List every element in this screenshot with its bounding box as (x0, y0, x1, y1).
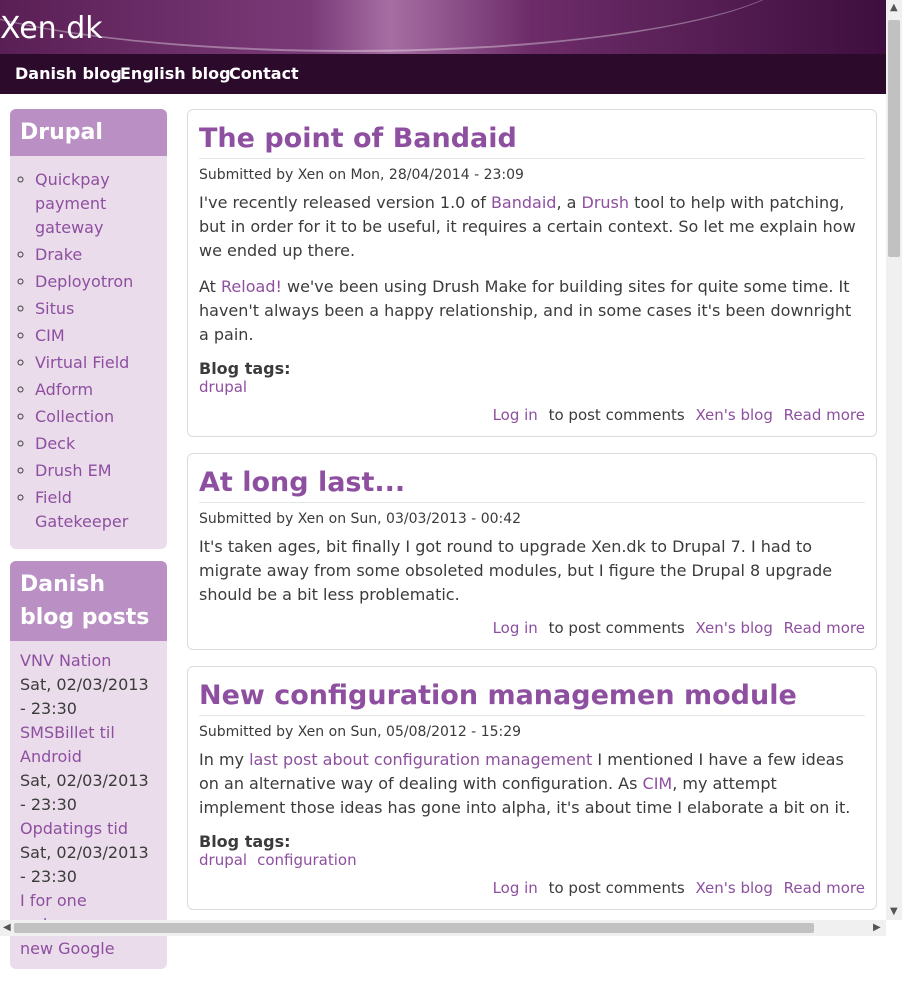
sidebar-link[interactable]: Quickpay payment gateway (35, 170, 110, 237)
post-comments-text: to post comments (548, 406, 685, 424)
post-date: Sat, 02/03/2013 - 23:30 (20, 675, 149, 718)
drupal-list: Quickpay payment gateway Drake Deployotr… (10, 156, 167, 549)
blog-link[interactable]: Xen's blog (695, 879, 772, 897)
list-item: Field Gatekeeper (35, 486, 159, 534)
list-item: Deployotron (35, 270, 159, 294)
blog-post: The point of Bandaid Submitted by Xen on… (187, 109, 877, 437)
sidebar-link[interactable]: Deployotron (35, 272, 133, 291)
login-link[interactable]: Log in (493, 879, 538, 897)
site-header: Xen.dk (0, 0, 886, 54)
scroll-down-icon[interactable]: ▼ (890, 906, 898, 917)
nav-english-blog[interactable]: English blog (120, 64, 231, 83)
cim-link[interactable]: CIM (643, 774, 673, 793)
tags: drupal configuration (199, 851, 865, 869)
bandaid-link[interactable]: Bandaid (491, 193, 556, 212)
list-item: Collection (35, 405, 159, 429)
post-comments-text: to post comments (548, 879, 685, 897)
post-date: Sat, 02/03/2013 - 23:30 (20, 843, 149, 886)
sidebar-link[interactable]: Collection (35, 407, 114, 426)
blog-post: At long last... Submitted by Xen on Sun,… (187, 453, 877, 650)
list-item: Situs (35, 297, 159, 321)
drupal-block: Drupal Quickpay payment gateway Drake De… (10, 109, 167, 549)
danish-posts-block: Danish blog posts VNV Nation Sat, 02/03/… (10, 561, 167, 969)
danish-post-link[interactable]: SMSBillet til Android (20, 723, 115, 766)
sidebar-link[interactable]: Deck (35, 434, 75, 453)
tag-link[interactable]: drupal (199, 378, 247, 396)
post-links: Log in to post comments Xen's blog Read … (199, 879, 865, 897)
sidebar-link[interactable]: CIM (35, 326, 65, 345)
drush-link[interactable]: Drush (582, 193, 630, 212)
scroll-right-icon[interactable]: ▶ (873, 922, 881, 933)
tag-link[interactable]: configuration (257, 851, 357, 869)
tags-label: Blog tags: (199, 832, 291, 851)
danish-post-link[interactable]: VNV Nation (20, 651, 111, 670)
list-item: Quickpay payment gateway (35, 168, 159, 240)
post-date: Sat, 02/03/2013 - 23:30 (20, 771, 149, 814)
sidebar-link[interactable]: Adform (35, 380, 93, 399)
list-item: CIM (35, 324, 159, 348)
post-submitted: Submitted by Xen on Mon, 28/04/2014 - 23… (199, 167, 524, 183)
nav-danish-blog[interactable]: Danish blog (15, 64, 122, 83)
site-title[interactable]: Xen.dk (0, 14, 103, 44)
list-item: Adform (35, 378, 159, 402)
sidebar-link[interactable]: Virtual Field (35, 353, 129, 372)
post-body: It's taken ages, bit finally I got round… (199, 537, 833, 604)
read-more-link[interactable]: Read more (784, 879, 865, 897)
login-link[interactable]: Log in (493, 406, 538, 424)
header-swoosh (0, 0, 800, 52)
post-links: Log in to post comments Xen's blog Read … (199, 406, 865, 424)
config-post-link[interactable]: last post about configuration management (249, 750, 592, 769)
post-links: Log in to post comments Xen's blog Read … (199, 619, 865, 637)
blog-link[interactable]: Xen's blog (695, 406, 772, 424)
sidebar: Drupal Quickpay payment gateway Drake De… (10, 109, 167, 981)
blog-link[interactable]: Xen's blog (695, 619, 772, 637)
blog-post: New configuration managemen module Submi… (187, 666, 877, 910)
sidebar-link[interactable]: Field Gatekeeper (35, 488, 128, 531)
tags: drupal (199, 378, 865, 396)
post-body: At Reload! we've been using Drush Make f… (199, 277, 852, 344)
list-item: Deck (35, 432, 159, 456)
scroll-up-icon[interactable]: ▲ (890, 2, 898, 13)
login-link[interactable]: Log in (493, 619, 538, 637)
scroll-left-icon[interactable]: ◀ (3, 922, 11, 933)
post-body: In my last post about configuration mana… (199, 750, 851, 817)
sidebar-link[interactable]: Situs (35, 299, 74, 318)
post-title[interactable]: At long last... (199, 467, 405, 498)
main-content: The point of Bandaid Submitted by Xen on… (187, 109, 877, 926)
post-title[interactable]: The point of Bandaid (199, 123, 517, 154)
post-title[interactable]: New configuration managemen module (199, 680, 797, 711)
list-item: Drush EM (35, 459, 159, 483)
post-submitted: Submitted by Xen on Sun, 05/08/2012 - 15… (199, 724, 522, 740)
post-submitted: Submitted by Xen on Sun, 03/03/2013 - 00… (199, 511, 522, 527)
list-item: Drake (35, 243, 159, 267)
horizontal-scrollbar[interactable]: ◀ ▶ (0, 920, 886, 936)
read-more-link[interactable]: Read more (784, 406, 865, 424)
tag-link[interactable]: drupal (199, 851, 247, 869)
list-item: Virtual Field (35, 351, 159, 375)
drupal-block-title: Drupal (10, 109, 167, 156)
vertical-scrollbar[interactable]: ▲ ▼ (886, 0, 902, 920)
post-comments-text: to post comments (548, 619, 685, 637)
tags-label: Blog tags: (199, 359, 291, 378)
sidebar-link[interactable]: Drake (35, 245, 82, 264)
post-body: I've recently released version 1.0 of Ba… (199, 193, 856, 260)
horizontal-scroll-thumb[interactable] (14, 923, 814, 933)
reload-link[interactable]: Reload! (221, 277, 282, 296)
nav-contact[interactable]: Contact (229, 64, 299, 83)
read-more-link[interactable]: Read more (784, 619, 865, 637)
vertical-scroll-thumb[interactable] (888, 20, 900, 257)
danish-block-title: Danish blog posts (10, 561, 167, 641)
danish-post-link[interactable]: Opdatings tid (20, 819, 128, 838)
sidebar-link[interactable]: Drush EM (35, 461, 112, 480)
main-nav: Danish blog English blog Contact (0, 54, 886, 94)
